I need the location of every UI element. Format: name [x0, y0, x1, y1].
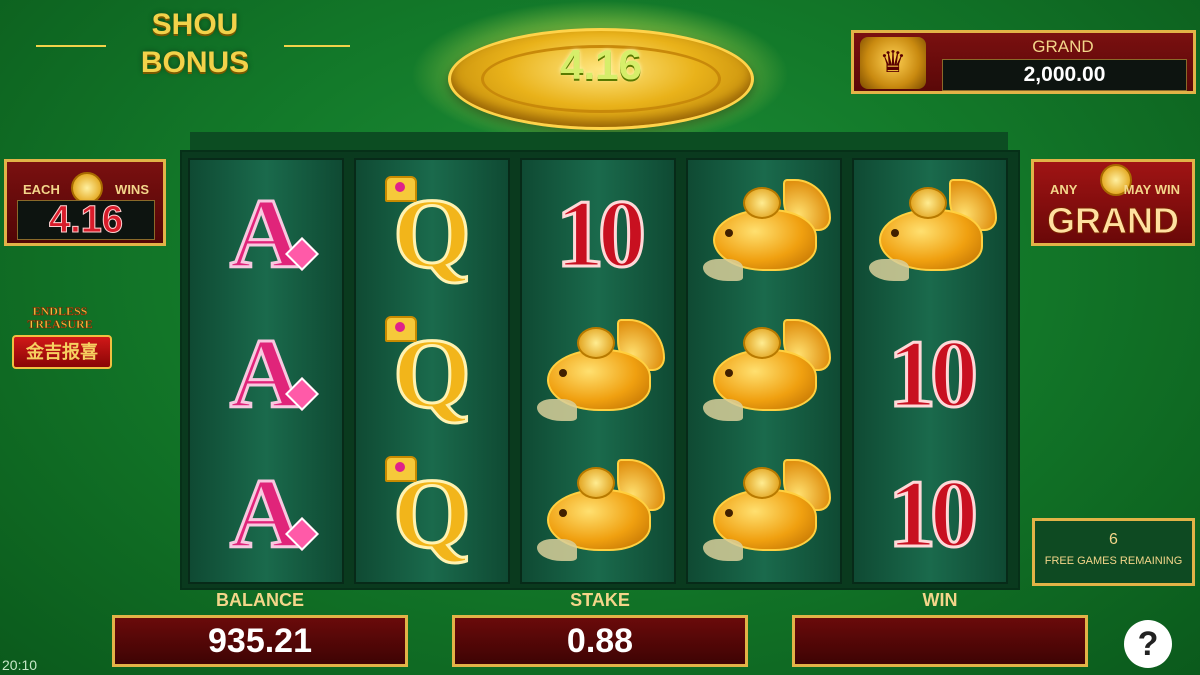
each-coin-value: 4.16 [17, 200, 155, 240]
balance-value: 935.21 [208, 622, 312, 660]
symbol-cell [688, 304, 840, 444]
free-games-count: 6 [1109, 531, 1118, 548]
symbol-cell [522, 304, 674, 444]
symbol-cell [854, 164, 1006, 304]
help-button[interactable]: ? [1124, 620, 1172, 668]
clock: 20:10 [2, 657, 38, 673]
title-divider-right [284, 45, 350, 47]
reel-3: 10 [520, 158, 676, 584]
balance-label: BALANCE [216, 590, 304, 610]
any-coin-may-win-panel: ANY MAY WIN GRAND [1031, 159, 1195, 246]
bonus-title-line2: BONUS [140, 46, 250, 79]
stake-label: STAKE [570, 590, 630, 610]
reel-1: A A A [188, 158, 344, 584]
symbol-cell [522, 444, 674, 584]
symbol-cell: Q [356, 444, 508, 584]
free-games-panel: 6 FREE GAMES REMAINING [1032, 518, 1195, 586]
symbol-a: A [228, 182, 320, 285]
symbol-a: A [228, 322, 320, 425]
win-label: WIN [922, 590, 958, 610]
jackpot-value: 2,000.00 [942, 59, 1187, 91]
wins-label: WINS [115, 182, 149, 197]
may-win-label: MAY WIN [1123, 182, 1180, 197]
goldfish-icon [533, 459, 665, 569]
stake-display[interactable]: 0.88 [452, 615, 748, 667]
symbol-cell: 10 [854, 444, 1006, 584]
symbol-q: Q [385, 316, 472, 425]
reel-4 [686, 158, 842, 584]
stake-value: 0.88 [566, 622, 634, 660]
reel-2: Q Q Q [354, 158, 510, 584]
logo-text: ENDLESS TREASURE [8, 304, 112, 331]
reel-grid: A A A Q Q Q 10 10 10 [180, 150, 1020, 590]
jackpot-emblem-icon: ♛ [860, 37, 926, 89]
symbol-cell: A [190, 444, 342, 584]
symbol-10: 10 [887, 320, 980, 427]
crown-icon [385, 456, 418, 482]
balance-display: 935.21 [112, 615, 408, 667]
symbol-q: Q [385, 456, 472, 565]
goldfish-icon [533, 319, 665, 429]
symbol-a: A [228, 462, 320, 565]
symbol-cell: Q [356, 164, 508, 304]
reel-5: 10 10 [852, 158, 1008, 584]
grand-label: GRAND [1047, 200, 1180, 242]
bonus-title-line1: SHOU [151, 8, 239, 41]
bonus-title: SHOU BONUS [110, 6, 280, 82]
free-games-label: FREE GAMES REMAINING [1044, 555, 1183, 567]
symbol-cell: Q [356, 304, 508, 444]
each-coin-wins-panel: EACH WINS 4.16 [4, 159, 166, 246]
goldfish-icon [699, 179, 831, 289]
symbol-cell: 10 [854, 304, 1006, 444]
goldfish-icon [699, 459, 831, 569]
symbol-cell [688, 444, 840, 584]
goldfish-icon [865, 179, 997, 289]
coin-value: 4.16 [560, 41, 642, 88]
any-label: ANY [1050, 182, 1078, 197]
logo-ribbon: 金吉报喜 [12, 335, 112, 369]
crown-icon [385, 316, 418, 342]
symbol-cell [688, 164, 840, 304]
win-display [792, 615, 1088, 667]
symbol-q: Q [385, 176, 472, 285]
title-divider-left [36, 45, 106, 47]
symbol-cell: A [190, 164, 342, 304]
grand-jackpot-panel: ♛ GRAND 2,000.00 [851, 30, 1196, 94]
symbol-cell: 10 [522, 164, 674, 304]
each-label: EACH [23, 182, 60, 197]
jackpot-label: GRAND [1032, 37, 1094, 56]
symbol-cell: A [190, 304, 342, 444]
crown-icon [385, 176, 418, 202]
symbol-10: 10 [887, 460, 980, 567]
logo-line2: TREASURE [27, 317, 93, 331]
endless-treasure-logo: ENDLESS TREASURE 金吉报喜 [8, 304, 112, 369]
goldfish-icon [699, 319, 831, 429]
reel-header-bar [190, 132, 1008, 150]
bonus-coin: 4.16 [448, 28, 754, 130]
symbol-10: 10 [555, 180, 648, 287]
